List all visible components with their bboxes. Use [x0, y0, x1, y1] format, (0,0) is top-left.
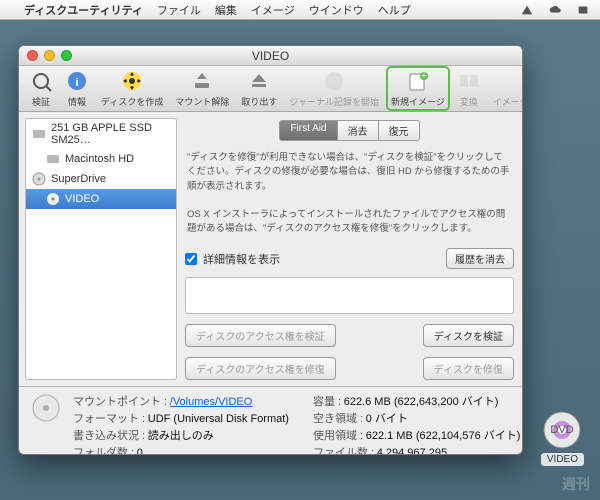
dvd-icon: [31, 393, 61, 423]
menu-file[interactable]: ファイル: [157, 2, 201, 18]
show-details-label: 詳細情報を表示: [203, 251, 280, 267]
eject-button[interactable]: 取り出す: [237, 67, 281, 110]
menu-window[interactable]: ウインドウ: [309, 2, 364, 18]
menu-image[interactable]: イメージ: [251, 2, 295, 18]
svg-text:DVD: DVD: [551, 424, 574, 436]
burn-button[interactable]: ディスクを作成: [97, 67, 167, 110]
tab-erase[interactable]: 消去: [338, 120, 379, 141]
journal-icon: [322, 69, 346, 93]
help-text-2: OS X インストーラによってインストールされたファイルでアクセス権の問題がある…: [185, 204, 514, 241]
hdd-icon: [32, 127, 46, 141]
tab-restore[interactable]: 復元: [379, 120, 420, 141]
sidebar-superdrive[interactable]: SuperDrive: [26, 169, 176, 189]
sidebar-macintosh-hd[interactable]: Macintosh HD: [26, 149, 176, 169]
repair-permissions-button[interactable]: ディスクのアクセス権を修復: [185, 357, 336, 380]
watermark: 週刊: [562, 474, 590, 494]
dropbox-icon[interactable]: [576, 3, 590, 17]
cloud-icon[interactable]: [548, 3, 562, 17]
info-button[interactable]: i情報: [61, 67, 93, 110]
info-icon: i: [65, 69, 89, 93]
sidebar-disk[interactable]: 251 GB APPLE SSD SM25…: [26, 119, 176, 149]
desktop-dvd-icon[interactable]: DVD VIDEO: [541, 410, 584, 466]
repair-disk-button[interactable]: ディスクを修復: [423, 357, 514, 380]
clear-history-button[interactable]: 履歴を消去: [446, 248, 514, 269]
resize-button[interactable]: イメージのサイズを変更: [489, 67, 523, 110]
info-footer: マウントポイント : /Volumes/VIDEO フォーマット : UDF (…: [19, 386, 522, 454]
verify-permissions-button[interactable]: ディスクのアクセス権を検証: [185, 324, 336, 347]
svg-text:+: +: [421, 70, 427, 82]
log-textarea[interactable]: [185, 277, 514, 314]
convert-icon: [457, 69, 481, 93]
sidebar: 251 GB APPLE SSD SM25… Macintosh HD Supe…: [25, 118, 177, 380]
menu-app[interactable]: ディスクユーティリティ: [24, 2, 143, 18]
dvd-icon: [46, 192, 60, 206]
menulet-icon[interactable]: [520, 3, 534, 17]
mountpoint-link[interactable]: /Volumes/VIDEO: [170, 396, 253, 408]
help-text-1: "ディスクを修復"が利用できない場合は、"ディスクを検証"をクリックしてください…: [185, 147, 514, 198]
toolbar: 検証 i情報 ディスクを作成 マウント解除 取り出す ジャーナル記録を開始 +新…: [19, 66, 522, 112]
sidebar-video[interactable]: VIDEO: [26, 189, 176, 209]
menubar: ディスクユーティリティ ファイル 編集 イメージ ウインドウ ヘルプ: [0, 0, 600, 20]
unmount-icon: [190, 69, 214, 93]
new-image-button[interactable]: +新規イメージ: [387, 67, 449, 110]
menu-help[interactable]: ヘルプ: [378, 2, 411, 18]
eject-icon: [247, 69, 271, 93]
hdd-icon: [46, 152, 60, 166]
new-image-icon: +: [406, 69, 430, 93]
tab-segmented-control: First Aid 消去 復元: [185, 120, 514, 141]
dvd-icon: DVD: [542, 410, 582, 450]
journal-button[interactable]: ジャーナル記録を開始: [285, 67, 383, 110]
convert-button[interactable]: 変換: [453, 67, 485, 110]
verify-disk-button[interactable]: ディスクを検証: [423, 324, 514, 347]
verify-button[interactable]: 検証: [25, 67, 57, 110]
window-title: VIDEO: [19, 49, 522, 63]
optical-icon: [32, 172, 46, 186]
desktop-icon-label: VIDEO: [541, 453, 584, 466]
main-panel: First Aid 消去 復元 "ディスクを修復"が利用できない場合は、"ディス…: [177, 112, 522, 386]
menu-edit[interactable]: 編集: [215, 2, 237, 18]
svg-text:i: i: [75, 77, 78, 89]
show-details-checkbox[interactable]: [185, 253, 197, 265]
burn-icon: [120, 69, 144, 93]
unmount-button[interactable]: マウント解除: [171, 67, 233, 110]
tab-first-aid[interactable]: First Aid: [279, 120, 337, 141]
stethoscope-icon: [29, 69, 53, 93]
disk-utility-window: VIDEO 検証 i情報 ディスクを作成 マウント解除 取り出す ジャーナル記録…: [18, 45, 523, 455]
titlebar[interactable]: VIDEO: [19, 46, 522, 66]
